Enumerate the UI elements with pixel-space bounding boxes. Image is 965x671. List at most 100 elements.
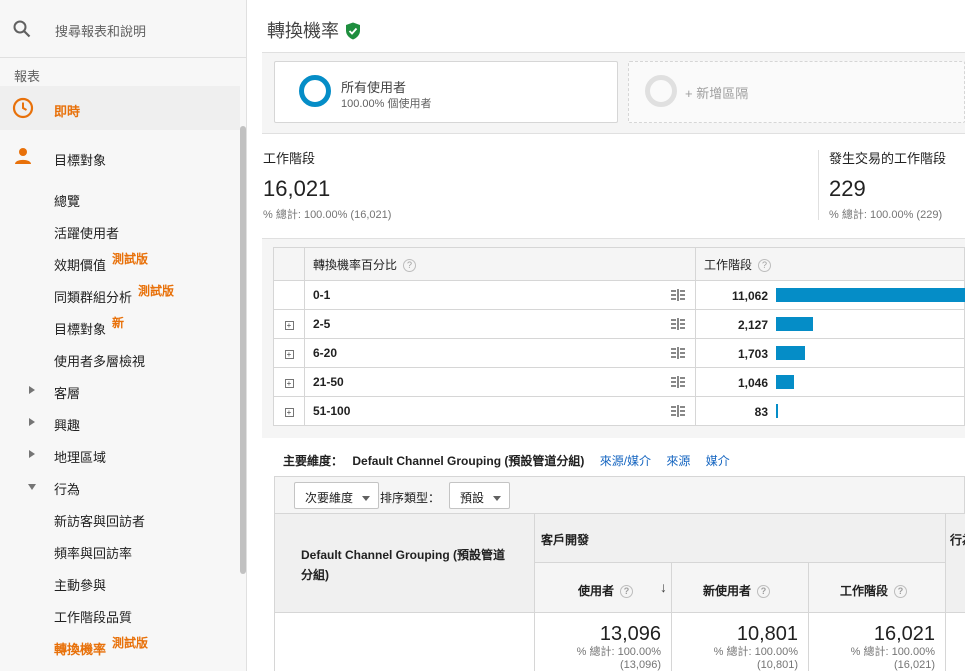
dimension-link-source[interactable]: 來源 bbox=[666, 454, 690, 468]
status-badge: 測試版 bbox=[112, 252, 149, 266]
search-icon bbox=[13, 20, 31, 38]
sessions-bar bbox=[776, 288, 965, 302]
sidebar-item-label: 即時 bbox=[54, 104, 81, 119]
expand-header bbox=[273, 247, 305, 281]
metric-divider bbox=[818, 150, 819, 220]
metric-percent: % 總計: 100.00% (16,021) bbox=[263, 209, 392, 221]
help-icon[interactable]: ? bbox=[758, 258, 772, 272]
dimension-link-source-medium[interactable]: 來源/媒介 bbox=[600, 454, 651, 468]
sidebar-item-audiences[interactable]: 目標對象新 bbox=[0, 310, 240, 342]
metric-sessions: 工作階段 16,021 % 總計: 100.00% (16,021) bbox=[263, 148, 391, 222]
probability-range-cell: 0-1 bbox=[304, 280, 696, 310]
column-group-acquisition: 客戶開發 bbox=[535, 514, 946, 563]
sidebar: 搜尋報表和說明 報表 即時 目標對象 總覽 活躍使用者 效期價值 測試版 同類群組分析測… bbox=[0, 0, 247, 671]
column-header-channel-grouping[interactable]: Default Channel Grouping (預設管道分組) bbox=[275, 514, 535, 613]
column-group-label: 行為 bbox=[950, 533, 965, 547]
sidebar-item-audience[interactable]: 目標對象 bbox=[0, 140, 240, 174]
sidebar-item-lifetime-value[interactable]: 效期價值 測試版 bbox=[0, 246, 240, 278]
caret-right-icon[interactable] bbox=[29, 450, 35, 458]
column-header-sessions[interactable]: 工作階段? bbox=[695, 247, 965, 281]
sidebar-item-frequency-recency[interactable]: 頻率與回訪率 bbox=[0, 534, 240, 566]
table-row[interactable]: +6-20 1,703 bbox=[273, 338, 965, 368]
column-header-probability[interactable]: 轉換機率百分比? bbox=[304, 247, 696, 281]
expand-cell bbox=[273, 280, 305, 310]
help-icon[interactable]: ? bbox=[620, 585, 633, 599]
sidebar-scrollbar[interactable] bbox=[240, 126, 246, 574]
column-group-label: 客戶開發 bbox=[541, 533, 590, 547]
row-options-icon[interactable] bbox=[671, 318, 685, 330]
help-icon[interactable]: ? bbox=[894, 585, 907, 599]
channel-table: Default Channel Grouping (預設管道分組) 客戶開發 行… bbox=[274, 514, 965, 671]
add-segment-button[interactable]: + 新增區隔 bbox=[628, 61, 965, 123]
secondary-dimension-dropdown[interactable]: 次要維度 bbox=[294, 482, 380, 509]
expand-plus-icon[interactable]: + bbox=[284, 321, 294, 330]
sidebar-item-demographics[interactable]: 客層 bbox=[0, 374, 240, 406]
caret-right-icon[interactable] bbox=[29, 418, 35, 426]
segment-card-all-users[interactable]: 所有使用者 100.00% 個使用者 bbox=[274, 61, 618, 123]
sidebar-item-realtime[interactable]: 即時 bbox=[0, 86, 240, 130]
status-badge: 測試版 bbox=[112, 636, 149, 650]
expand-plus-icon[interactable]: + bbox=[284, 408, 294, 417]
total-percent: % 總計: 100.00% bbox=[713, 646, 798, 658]
row-options-icon[interactable] bbox=[671, 289, 685, 301]
sidebar-item-behavior[interactable]: 行為 bbox=[0, 470, 240, 502]
sessions-cell: 83 bbox=[695, 396, 965, 426]
sidebar-item-label: 主動參與 bbox=[54, 578, 107, 593]
probability-table: 轉換機率百分比? 工作階段? 0-1 11,062 +2-5 2,127 +6-20 1,… bbox=[273, 247, 965, 426]
sidebar-item-new-vs-returning[interactable]: 新訪客與回訪者 bbox=[0, 502, 240, 534]
column-header-label: 工作階段? bbox=[840, 582, 907, 599]
segment-subtitle: 100.00% 個使用者 bbox=[341, 98, 432, 110]
sidebar-item-label: 使用者多層檢視 bbox=[54, 354, 146, 369]
expand-plus-icon[interactable]: + bbox=[284, 350, 294, 359]
probability-range: 51-100 bbox=[313, 404, 351, 418]
metric-percent: % 總計: 100.00% (229) bbox=[829, 209, 943, 221]
row-options-icon[interactable] bbox=[671, 347, 685, 359]
sidebar-item-session-quality[interactable]: 工作階段品質 bbox=[0, 598, 240, 630]
table-row[interactable]: +21-50 1,046 bbox=[273, 367, 965, 397]
add-segment-label: + 新增區隔 bbox=[685, 86, 749, 101]
sidebar-item-interests[interactable]: 興趣 bbox=[0, 406, 240, 438]
total-value: 16,021 bbox=[873, 623, 935, 645]
total-absolute: (13,096) bbox=[620, 659, 661, 671]
total-cell-new-users: 10,801 % 總計: 100.00% (10,801) bbox=[672, 613, 809, 671]
segment-bar: 所有使用者 100.00% 個使用者 + 新增區隔 bbox=[262, 52, 965, 134]
column-header-sessions[interactable]: 工作階段? bbox=[809, 563, 946, 613]
metric-value: 16,021 bbox=[263, 176, 331, 201]
caret-right-icon[interactable] bbox=[29, 386, 35, 394]
column-header-new-users[interactable]: 新使用者? bbox=[672, 563, 809, 613]
table-row[interactable]: +51-100 83 bbox=[273, 396, 965, 426]
help-icon[interactable]: ? bbox=[757, 585, 770, 599]
sidebar-search[interactable]: 搜尋報表和說明 bbox=[0, 0, 246, 58]
sidebar-item-conversion-probability[interactable]: 轉換機率 測試版 bbox=[0, 630, 240, 662]
sidebar-item-cohort-analysis[interactable]: 同類群組分析 測試版 bbox=[0, 278, 240, 310]
segment-name: 所有使用者 bbox=[341, 80, 407, 95]
sidebar-item-active-users[interactable]: 活躍使用者 bbox=[0, 214, 240, 246]
sidebar-item-user-explorer[interactable]: 使用者多層檢視 bbox=[0, 342, 240, 374]
sort-arrow-down-icon: ↓ bbox=[660, 579, 667, 595]
dimension-selected: Default Channel Grouping (預設管道分組) bbox=[352, 454, 585, 468]
expand-plus-icon[interactable]: + bbox=[284, 379, 294, 388]
table-header-row: 轉換機率百分比? 工作階段? bbox=[273, 247, 965, 281]
table-row[interactable]: 0-1 11,062 bbox=[273, 280, 965, 310]
sidebar-item-label: 行為 bbox=[54, 482, 81, 497]
table-row[interactable]: +2-5 2,127 bbox=[273, 309, 965, 339]
help-icon[interactable]: ? bbox=[403, 258, 417, 272]
metric-name: 發生交易的工作階段 bbox=[829, 151, 947, 166]
sessions-value: 1,703 bbox=[737, 347, 768, 361]
total-absolute: (16,021) bbox=[894, 659, 935, 671]
sidebar-item-engagement[interactable]: 主動參與 bbox=[0, 566, 240, 598]
row-options-icon[interactable] bbox=[671, 405, 685, 417]
row-options-icon[interactable] bbox=[671, 376, 685, 388]
search-input[interactable]: 搜尋報表和說明 bbox=[55, 21, 146, 40]
sort-type-dropdown[interactable]: 預設 bbox=[449, 482, 511, 509]
column-header-label: 使用者? bbox=[578, 582, 633, 599]
probability-range-cell: 2-5 bbox=[304, 309, 696, 339]
caret-down-icon[interactable] bbox=[28, 484, 36, 490]
sessions-value: 2,127 bbox=[737, 318, 768, 332]
dimension-link-medium[interactable]: 媒介 bbox=[706, 454, 730, 468]
sidebar-item-geo[interactable]: 地理區域 bbox=[0, 438, 240, 470]
sidebar-item-overview[interactable]: 總覽 bbox=[0, 182, 240, 214]
sidebar-item-label: 效期價值 bbox=[54, 258, 107, 273]
sessions-cell: 1,703 bbox=[695, 338, 965, 368]
column-header-users[interactable]: 使用者? ↓ bbox=[535, 563, 672, 613]
